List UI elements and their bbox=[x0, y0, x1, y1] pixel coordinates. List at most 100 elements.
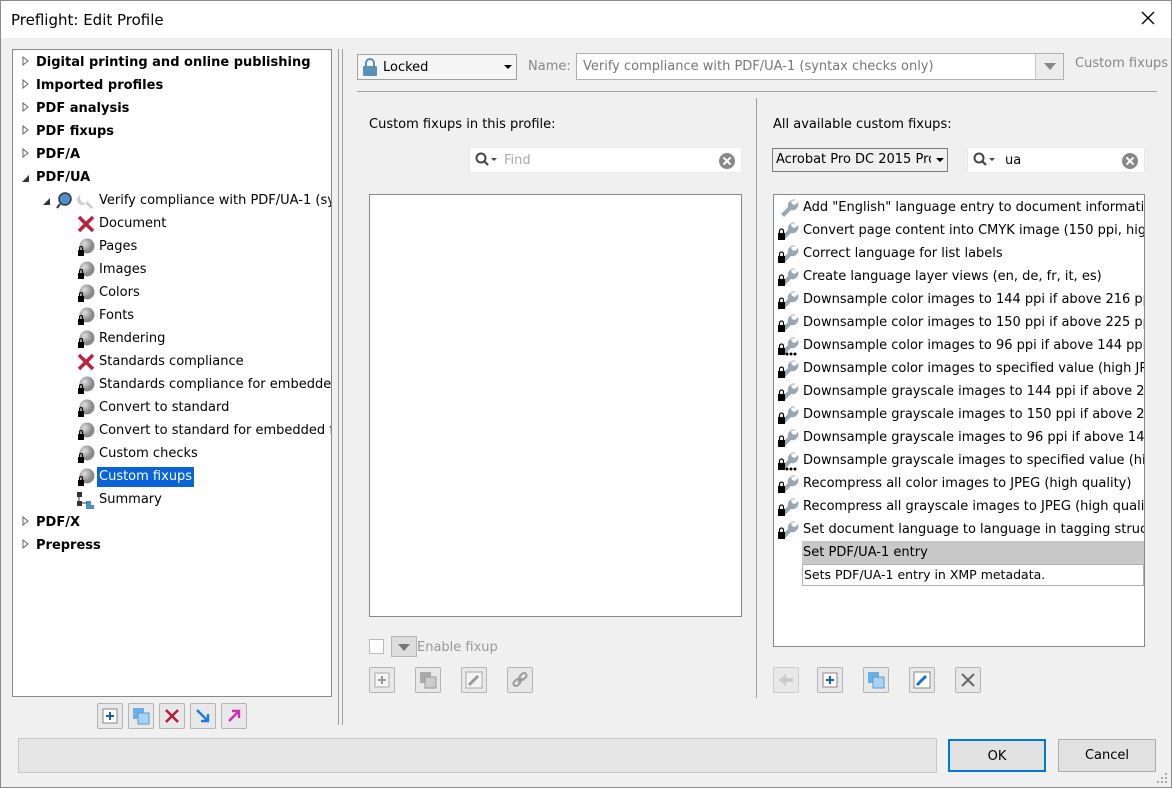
tree-child-item[interactable]: Rendering bbox=[13, 329, 331, 349]
tree-child-item[interactable]: Custom checks bbox=[13, 444, 331, 464]
fixup-list-label: Set document language to language in tag… bbox=[803, 522, 1144, 537]
name-field[interactable]: Verify compliance with PDF/UA-1 (syntax … bbox=[576, 53, 1064, 80]
fixup-list-label: Downsample grayscale images to 150 ppi i… bbox=[803, 407, 1144, 422]
ok-button[interactable]: OK bbox=[948, 739, 1046, 772]
edit-icon bbox=[913, 671, 931, 689]
export-profile-button[interactable] bbox=[221, 703, 247, 729]
chevron-down-icon bbox=[398, 644, 410, 651]
fixup-list-item[interactable]: Downsample color images to specified val… bbox=[774, 357, 1144, 380]
fixup-list-item[interactable]: Create language layer views (en, de, fr,… bbox=[774, 265, 1144, 288]
fixup-list-item[interactable]: Convert page content into CMYK image (15… bbox=[774, 219, 1144, 242]
fixup-list-item[interactable]: Set document language to language in tag… bbox=[774, 518, 1144, 541]
link-icon bbox=[512, 671, 528, 688]
tree-child-item[interactable]: Colors bbox=[13, 283, 331, 303]
fixup-list-item[interactable]: Add "English" language entry to document… bbox=[774, 196, 1144, 219]
red-x-icon bbox=[77, 353, 95, 371]
tree-child-item[interactable]: Fonts bbox=[13, 306, 331, 326]
expand-arrow-icon[interactable] bbox=[22, 79, 30, 89]
tree-child-item[interactable]: Images bbox=[13, 260, 331, 280]
tree-group-item[interactable]: PDF fixups bbox=[13, 122, 331, 142]
resize-grip-icon[interactable] bbox=[1156, 772, 1168, 784]
new-profile-button[interactable] bbox=[97, 703, 123, 729]
fixup-list-item[interactable]: Recompress all grayscale images to JPEG … bbox=[774, 495, 1144, 518]
fixup-list-label: Downsample color images to specified val… bbox=[803, 361, 1144, 376]
expand-arrow-icon[interactable] bbox=[22, 125, 30, 135]
splitter-line bbox=[342, 49, 343, 725]
name-dropdown-button[interactable] bbox=[1035, 54, 1063, 79]
wrench-icon bbox=[778, 383, 799, 401]
fixup-list-item[interactable]: Set PDF/UA-1 entry bbox=[802, 541, 1144, 564]
fixup-list-item[interactable]: Recompress all color images to JPEG (hig… bbox=[774, 472, 1144, 495]
tree-group-item[interactable]: PDF/A bbox=[13, 145, 331, 165]
red-x-icon bbox=[77, 215, 95, 233]
tree-group-item[interactable]: PDF analysis bbox=[13, 99, 331, 119]
cancel-button[interactable]: Cancel bbox=[1058, 739, 1156, 772]
fixup-list-item[interactable]: Correct language for list labels bbox=[774, 242, 1144, 265]
tree-child-item[interactable]: Convert to standard bbox=[13, 398, 331, 418]
lock-dropdown[interactable]: Locked bbox=[357, 54, 517, 80]
tree-profile-item[interactable]: Verify compliance with PDF/UA-1 (syntax bbox=[13, 191, 331, 211]
expand-arrow-icon[interactable] bbox=[22, 56, 30, 66]
fixup-list-item[interactable]: Downsample grayscale images to specified… bbox=[774, 449, 1144, 472]
expand-arrow-icon[interactable] bbox=[22, 102, 30, 112]
edit-fixup-button[interactable] bbox=[461, 667, 487, 693]
import-profile-button[interactable] bbox=[190, 703, 216, 729]
collapse-arrow-icon[interactable] bbox=[21, 174, 30, 183]
expand-arrow-icon[interactable] bbox=[22, 516, 30, 526]
tree-child-item[interactable]: Standards compliance bbox=[13, 352, 331, 372]
delete-profile-button[interactable] bbox=[159, 703, 185, 729]
clear-search-icon[interactable] bbox=[1122, 153, 1138, 169]
tree-child-item[interactable]: Custom fixups bbox=[13, 467, 331, 487]
link-fixup-button[interactable] bbox=[507, 667, 533, 693]
fixup-list-item[interactable]: Downsample color images to 144 ppi if ab… bbox=[774, 288, 1144, 311]
tree-child-label: Convert to standard bbox=[99, 400, 230, 415]
enable-fixup-dropdown[interactable] bbox=[391, 636, 417, 657]
delete-library-fixup-button[interactable] bbox=[955, 667, 981, 693]
edit-library-fixup-button[interactable] bbox=[909, 667, 935, 693]
move-left-button[interactable] bbox=[773, 667, 799, 693]
add-fixup-button[interactable] bbox=[369, 667, 395, 693]
profile-fixups-list[interactable] bbox=[369, 194, 742, 617]
tree-child-item[interactable]: Convert to standard for embedded files bbox=[13, 421, 331, 441]
tree-group-item[interactable]: PDF/X bbox=[13, 513, 331, 533]
tree-child-item[interactable]: Summary bbox=[13, 490, 331, 510]
name-label: Name: bbox=[528, 59, 571, 74]
fixup-list-item[interactable]: Downsample grayscale images to 96 ppi if… bbox=[774, 426, 1144, 449]
new-fixup-button[interactable] bbox=[817, 667, 843, 693]
expand-arrow-icon[interactable] bbox=[22, 539, 30, 549]
available-fixups-list[interactable]: Add "English" language entry to document… bbox=[773, 194, 1145, 647]
enable-fixup-checkbox[interactable] bbox=[369, 639, 384, 654]
gray-bullet-icon bbox=[78, 399, 95, 417]
tree-child-item[interactable]: Document bbox=[13, 214, 331, 234]
fixup-list-item[interactable]: Downsample grayscale images to 144 ppi i… bbox=[774, 380, 1144, 403]
fixup-search-input[interactable]: ua bbox=[967, 147, 1145, 173]
find-input[interactable]: Find bbox=[469, 147, 742, 173]
gray-bullet-icon bbox=[78, 261, 95, 279]
duplicate-library-fixup-button[interactable] bbox=[863, 667, 889, 693]
library-filter-dropdown[interactable]: Acrobat Pro DC 2015 Profi bbox=[772, 148, 948, 172]
tree-group-item[interactable]: Prepress bbox=[13, 536, 331, 556]
duplicate-profile-button[interactable] bbox=[128, 703, 154, 729]
fixup-list-item[interactable]: Downsample color images to 150 ppi if ab… bbox=[774, 311, 1144, 334]
export-icon bbox=[228, 709, 241, 722]
close-icon[interactable] bbox=[1139, 9, 1157, 27]
search-icon bbox=[973, 152, 995, 166]
tree-child-item[interactable]: Pages bbox=[13, 237, 331, 257]
collapse-arrow-icon[interactable] bbox=[42, 197, 51, 206]
tree-group-item[interactable]: PDF/UA bbox=[13, 168, 331, 188]
library-filter-value: Acrobat Pro DC 2015 Profi bbox=[776, 152, 931, 167]
splitter[interactable] bbox=[338, 49, 339, 725]
tree-group-item[interactable]: Imported profiles bbox=[13, 76, 331, 96]
wrench-icon bbox=[778, 314, 799, 332]
tree-child-item[interactable]: Standards compliance for embedded fil bbox=[13, 375, 331, 395]
tree-group-label: Prepress bbox=[36, 538, 101, 553]
profile-tree[interactable]: Digital printing and online publishing Im… bbox=[12, 49, 332, 697]
title-bar: Preflight: Edit Profile bbox=[1, 1, 1171, 38]
fixup-list-item[interactable]: Downsample color images to 96 ppi if abo… bbox=[774, 334, 1144, 357]
tree-group-item[interactable]: Digital printing and online publishing bbox=[13, 53, 331, 73]
clear-search-icon[interactable] bbox=[719, 153, 735, 169]
fixup-list-item[interactable]: Downsample grayscale images to 150 ppi i… bbox=[774, 403, 1144, 426]
expand-arrow-icon[interactable] bbox=[22, 148, 30, 158]
fixup-tooltip: Sets PDF/UA-1 entry in XMP metadata. bbox=[802, 564, 1144, 586]
duplicate-fixup-button[interactable] bbox=[415, 667, 441, 693]
